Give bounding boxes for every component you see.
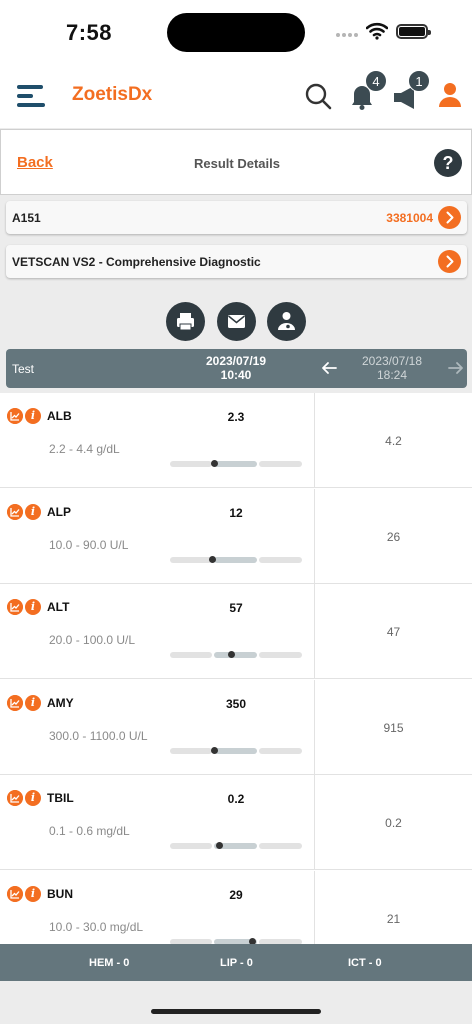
previous-date: 2023/07/18 <box>361 354 423 368</box>
wifi-icon <box>366 22 388 40</box>
test-card[interactable]: VETSCAN VS2 - Comprehensive Diagnostic <box>6 245 467 278</box>
interference-footer: HEM - 0 LIP - 0 ICT - 0 <box>0 944 472 981</box>
result-value: 57 <box>229 601 243 615</box>
test-code: AMY <box>47 696 74 710</box>
current-date: 2023/07/19 <box>205 354 267 368</box>
range-indicator-bar <box>170 556 302 563</box>
arrow-left-icon[interactable] <box>320 359 338 377</box>
hemolysis-index: HEM - 0 <box>89 957 130 969</box>
range-marker <box>209 556 216 563</box>
app-screen: 7:58 ZoetisDx 4 1 Back Result Details ? … <box>0 0 472 1024</box>
chevron-right-icon[interactable] <box>438 250 461 273</box>
share-icon <box>278 312 295 330</box>
test-code: TBIL <box>47 791 74 805</box>
info-icon[interactable]: i <box>25 886 41 902</box>
reference-range: 2.2 - 4.4 g/dL <box>49 442 120 456</box>
help-button[interactable]: ? <box>434 149 462 177</box>
result-row[interactable]: i BUN 29 10.0 - 30.0 mg/dL 21 <box>0 871 472 944</box>
share-with-vet-button[interactable] <box>267 302 306 341</box>
result-row[interactable]: i ALB 2.3 2.2 - 4.4 g/dL 4.2 <box>0 393 472 488</box>
sample-card[interactable]: A151 3381004 <box>6 201 467 234</box>
results-header: Test 2023/07/19 10:40 2023/07/18 18:24 <box>6 349 467 388</box>
icterus-index: ICT - 0 <box>348 957 382 969</box>
chevron-right-icon[interactable] <box>438 206 461 229</box>
range-marker <box>211 460 218 467</box>
reference-range: 300.0 - 1100.0 U/L <box>49 729 148 743</box>
range-indicator-bar <box>170 747 302 754</box>
result-row[interactable]: i ALP 12 10.0 - 90.0 U/L 26 <box>0 489 472 584</box>
info-icon[interactable]: i <box>25 695 41 711</box>
notification-count-badge: 4 <box>365 70 387 92</box>
app-header: ZoetisDx 4 1 <box>0 64 472 128</box>
page-title: Result Details <box>194 156 280 171</box>
brand-logo: ZoetisDx <box>72 84 153 105</box>
search-icon[interactable] <box>304 82 332 110</box>
trend-chart-icon[interactable] <box>7 504 23 520</box>
menu-icon[interactable] <box>17 83 45 109</box>
battery-icon <box>396 24 431 39</box>
cellular-signal-icon <box>336 33 360 39</box>
test-name: VETSCAN VS2 - Comprehensive Diagnostic <box>12 255 261 269</box>
info-icon[interactable]: i <box>25 790 41 806</box>
trend-chart-icon[interactable] <box>7 886 23 902</box>
previous-time: 18:24 <box>376 368 408 382</box>
previous-value: 26 <box>386 530 401 544</box>
reference-range: 10.0 - 90.0 U/L <box>49 538 129 552</box>
previous-value: 4.2 <box>385 434 402 448</box>
test-code: ALB <box>47 409 72 423</box>
reference-range: 10.0 - 30.0 mg/dL <box>49 920 144 934</box>
print-icon <box>177 313 194 331</box>
current-result-date: 2023/07/19 10:40 <box>186 354 286 382</box>
status-time: 7:58 <box>66 20 113 45</box>
result-row[interactable]: i TBIL 0.2 0.1 - 0.6 mg/dL 0.2 <box>0 775 472 870</box>
previous-value: 915 <box>383 721 404 735</box>
sample-id: A151 <box>12 211 41 225</box>
range-marker <box>211 747 218 754</box>
current-time: 10:40 <box>220 368 252 382</box>
info-icon[interactable]: i <box>25 504 41 520</box>
result-details-bar: Back Result Details ? <box>0 129 472 195</box>
result-value: 0.2 <box>227 792 245 806</box>
dynamic-island <box>167 13 305 52</box>
announcement-count-badge: 1 <box>408 70 430 92</box>
home-indicator <box>151 1009 321 1014</box>
sample-number: 3381004 <box>386 211 433 225</box>
reference-range: 20.0 - 100.0 U/L <box>49 633 136 647</box>
info-icon[interactable]: i <box>25 599 41 615</box>
previous-value: 47 <box>386 625 401 639</box>
previous-value: 21 <box>386 912 401 926</box>
arrow-right-icon[interactable] <box>447 359 465 377</box>
results-list: i ALB 2.3 2.2 - 4.4 g/dL 4.2 i ALP 12 10.0 - 90.… <box>0 393 472 944</box>
test-code: ALP <box>47 505 71 519</box>
trend-chart-icon[interactable] <box>7 599 23 615</box>
info-icon[interactable]: i <box>25 408 41 424</box>
email-button[interactable] <box>217 302 256 341</box>
previous-result-date: 2023/07/18 18:24 <box>342 354 442 382</box>
test-code: ALT <box>47 600 70 614</box>
range-marker <box>216 842 223 849</box>
range-marker <box>228 651 235 658</box>
result-value: 2.3 <box>227 410 245 424</box>
trend-chart-icon[interactable] <box>7 408 23 424</box>
lipemia-index: LIP - 0 <box>220 957 253 969</box>
range-indicator-bar <box>170 651 302 658</box>
test-column-label: Test <box>12 362 35 376</box>
result-row[interactable]: i ALT 57 20.0 - 100.0 U/L 47 <box>0 584 472 679</box>
range-indicator-bar <box>170 842 302 849</box>
reference-range: 0.1 - 0.6 mg/dL <box>49 824 130 838</box>
result-value: 12 <box>229 506 243 520</box>
trend-chart-icon[interactable] <box>7 695 23 711</box>
test-code: BUN <box>47 887 73 901</box>
result-value: 29 <box>229 888 243 902</box>
print-button[interactable] <box>166 302 205 341</box>
user-icon[interactable] <box>438 81 462 109</box>
previous-value: 0.2 <box>385 816 402 830</box>
status-bar: 7:58 <box>0 0 472 64</box>
result-row[interactable]: i AMY 350 300.0 - 1100.0 U/L 915 <box>0 680 472 775</box>
range-indicator-bar <box>170 460 302 467</box>
email-icon <box>228 315 245 328</box>
result-value: 350 <box>225 697 247 711</box>
trend-chart-icon[interactable] <box>7 790 23 806</box>
